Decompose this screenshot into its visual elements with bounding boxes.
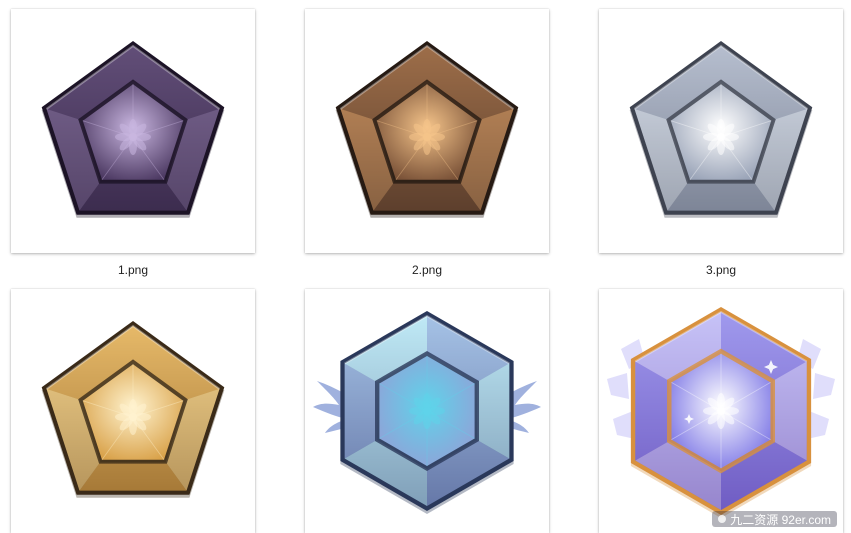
file-thumbnail-2[interactable] [305,9,549,253]
watermark: 九二资源 92er.com [712,511,837,527]
pentagon-badge-icon [629,41,813,218]
pentagon-badge-icon [335,41,519,218]
file-thumbnail-4[interactable] [11,289,255,533]
file-name-label[interactable]: 2.png [305,263,549,277]
hexagon-crystal-badge-icon [607,307,835,518]
hexagon-winged-badge-icon [313,311,541,514]
pentagon-badge-icon [41,41,225,218]
file-thumbnail-6[interactable]: 九二资源 92er.com [599,289,843,533]
file-name-label[interactable]: 1.png [11,263,255,277]
file-thumbnail-5[interactable] [305,289,549,533]
file-thumbnail-3[interactable] [599,9,843,253]
pentagon-badge-icon [41,321,225,498]
watermark-text: 九二资源 92er.com [730,512,831,527]
watermark-logo-icon [718,515,727,523]
file-name-label[interactable]: 3.png [599,263,843,277]
file-thumbnail-1[interactable] [11,9,255,253]
